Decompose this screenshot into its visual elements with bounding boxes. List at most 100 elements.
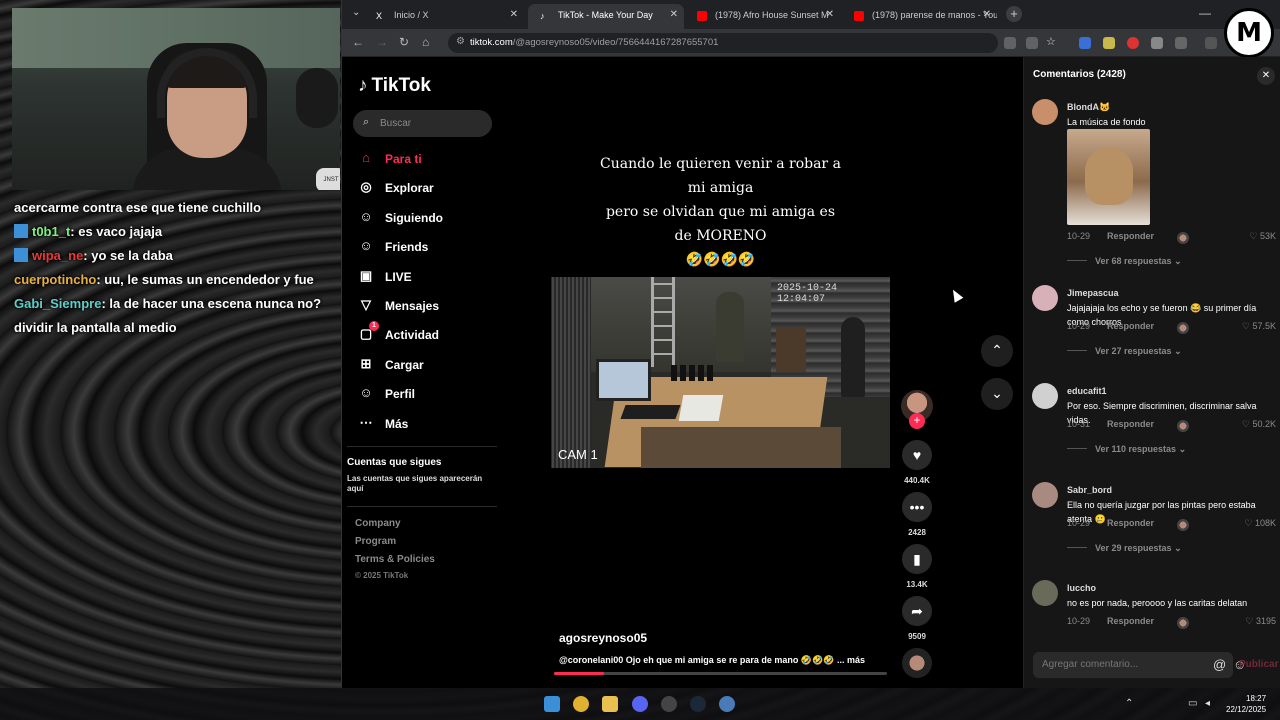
bookmark-star-icon[interactable]: ☆ — [1046, 35, 1058, 48]
footer-link[interactable]: Company — [355, 518, 401, 529]
commenter-avatar[interactable] — [1032, 482, 1058, 508]
menu-icon[interactable] — [1205, 37, 1217, 49]
home-icon[interactable]: ⌂ — [422, 35, 429, 49]
close-tab-icon[interactable]: ✕ — [826, 9, 834, 20]
commenter-name[interactable]: Sabr_bord — [1067, 485, 1112, 495]
commenter-avatar[interactable] — [1032, 580, 1058, 606]
nav-item-más[interactable]: ⋯ Más — [358, 414, 409, 434]
nav-item-explorar[interactable]: ◎ Explorar — [358, 178, 433, 198]
extension-icon[interactable] — [1079, 37, 1091, 49]
url-input[interactable]: ⚙ tiktok.com/@agosreynoso05/video/756644… — [448, 33, 998, 53]
start-icon[interactable] — [544, 696, 560, 712]
close-tab-icon[interactable]: ✕ — [510, 9, 518, 20]
chat-nick[interactable]: wipa_ne — [32, 248, 83, 263]
comment-like-count[interactable]: ♡ 53K — [1249, 231, 1276, 242]
site-info-icon[interactable]: ⚙ — [456, 36, 465, 47]
search-input[interactable]: ⌕ Buscar — [353, 110, 492, 137]
chat-nick[interactable]: Gabi_Siempre — [14, 296, 101, 311]
reply-button[interactable]: Responder — [1107, 321, 1154, 331]
chat-message: Gabi_Siempre: la de hacer una escena nun… — [14, 292, 340, 316]
commenter-avatar[interactable] — [1032, 285, 1058, 311]
comment-like-count[interactable]: ♡ 50.2K — [1242, 419, 1276, 430]
share-button[interactable]: ➦ — [902, 596, 932, 626]
minimize-button[interactable]: — — [1199, 6, 1211, 20]
volume-icon[interactable]: ◂ — [1205, 698, 1210, 709]
view-replies-button[interactable]: Ver 27 respuestas ⌄ — [1067, 346, 1182, 357]
view-replies-button[interactable]: Ver 110 respuestas ⌄ — [1067, 444, 1186, 455]
chrome-icon[interactable] — [573, 696, 589, 712]
commenter-name[interactable]: educafit1 — [1067, 386, 1107, 396]
chat-nick[interactable]: t0b1_t — [32, 224, 70, 239]
comment-like-count[interactable]: ♡ 57.5K — [1242, 321, 1276, 332]
save-button[interactable]: ▮ — [902, 544, 932, 574]
video-progress-bar[interactable] — [554, 672, 887, 675]
extension-icon[interactable] — [1127, 37, 1139, 49]
reply-button[interactable]: Responder — [1107, 419, 1154, 429]
video-author[interactable]: agosreynoso05 — [559, 631, 647, 645]
comment-image[interactable] — [1067, 129, 1150, 225]
tab-search-icon[interactable]: ⌄ — [352, 7, 360, 18]
chat-nick[interactable]: cuerpotincho — [14, 272, 96, 287]
like-button[interactable]: ♥ — [902, 440, 932, 470]
close-tab-icon[interactable]: ✕ — [983, 9, 991, 20]
puzzle-icon[interactable] — [1175, 37, 1187, 49]
clock[interactable]: 18:27 22/12/2025 — [1226, 693, 1266, 715]
settings-icon[interactable] — [719, 696, 735, 712]
video-player[interactable]: 2025-10-24 12:04:07 CAM 1 — [551, 277, 890, 468]
commenter-avatar[interactable] — [1032, 99, 1058, 125]
steam-icon[interactable] — [690, 696, 706, 712]
extension-icon[interactable] — [1103, 37, 1115, 49]
video-progress-fill — [554, 672, 604, 675]
reply-button[interactable]: Responder — [1107, 231, 1154, 241]
view-replies-button[interactable]: Ver 68 respuestas ⌄ — [1067, 256, 1182, 267]
comment-like-count[interactable]: ♡ 108K — [1244, 518, 1276, 529]
comment-like-count[interactable]: ♡ 3195 — [1245, 616, 1276, 627]
browser-tab[interactable]: (1978) Afro House Sunset M ✕ — [685, 4, 840, 29]
nav-item-siguiendo[interactable]: ☺ Siguiendo — [358, 208, 443, 228]
extension-icon[interactable] — [1151, 37, 1163, 49]
back-icon[interactable]: ← — [352, 35, 364, 49]
previous-video-button[interactable]: ⌃ — [981, 335, 1013, 367]
browser-tab[interactable]: X Inicio / X ✕ — [364, 4, 524, 29]
browser-tab[interactable]: ♪ TikTok - Make Your Day ✕ — [528, 4, 684, 29]
commenter-name[interactable]: Jimepascua — [1067, 288, 1119, 298]
commenter-avatar[interactable] — [1032, 383, 1058, 409]
translate-icon[interactable] — [1004, 37, 1016, 49]
browser-tab[interactable]: (1978) parense de manos - You ✕ — [842, 4, 997, 29]
nav-item-actividad[interactable]: ▢ 1 Actividad — [358, 321, 439, 345]
reply-button[interactable]: Responder — [1107, 518, 1154, 528]
nav-item-cargar[interactable]: ⊞ Cargar — [358, 355, 424, 375]
streamer-logo: JNST — [316, 168, 340, 190]
nav-item-mensajes[interactable]: ▽ Mensajes — [358, 296, 439, 316]
new-tab-button[interactable]: + — [1006, 6, 1022, 22]
next-video-button[interactable]: ⌄ — [981, 378, 1013, 410]
video-caption[interactable]: @coronelani00 Ojo eh que mi amiga se re … — [559, 655, 865, 666]
follow-button[interactable]: + — [909, 413, 925, 429]
footer-link[interactable]: Terms & Policies — [355, 554, 435, 565]
nav-item-para-ti[interactable]: ⌂ Para ti — [358, 149, 422, 169]
cast-icon[interactable] — [1026, 37, 1038, 49]
post-comment-button[interactable]: Publicar — [1239, 659, 1278, 670]
discord-icon[interactable] — [632, 696, 648, 712]
commenter-name[interactable]: BlondA🐱 — [1067, 102, 1110, 113]
reload-icon[interactable]: ↻ — [399, 35, 409, 49]
close-comments-button[interactable]: ✕ — [1257, 67, 1275, 85]
footer-link[interactable]: Program — [355, 536, 396, 547]
comment-input[interactable]: Agregar comentario... — [1033, 652, 1233, 678]
folder-icon[interactable] — [602, 696, 618, 712]
sound-disc[interactable] — [902, 648, 932, 678]
mention-icon[interactable]: @ — [1213, 657, 1226, 672]
view-replies-button[interactable]: Ver 29 respuestas ⌄ — [1067, 543, 1182, 554]
nav-item-live[interactable]: ▣ LIVE — [358, 267, 412, 287]
tiktok-logo[interactable]: ♪ TikTok — [358, 75, 431, 97]
close-tab-icon[interactable]: ✕ — [670, 9, 678, 20]
comment-button[interactable]: ••• — [902, 492, 932, 522]
reply-button[interactable]: Responder — [1107, 616, 1154, 626]
nav-item-perfil[interactable]: ☺ Perfil — [358, 384, 415, 404]
tray-chevron-icon[interactable]: ⌃ — [1125, 698, 1133, 709]
forward-icon[interactable]: → — [376, 35, 388, 49]
commenter-name[interactable]: luccho — [1067, 583, 1096, 593]
nav-item-friends[interactable]: ☺ Friends — [358, 237, 428, 257]
network-icon[interactable]: ▭ — [1188, 698, 1197, 709]
obs-icon[interactable] — [661, 696, 677, 712]
